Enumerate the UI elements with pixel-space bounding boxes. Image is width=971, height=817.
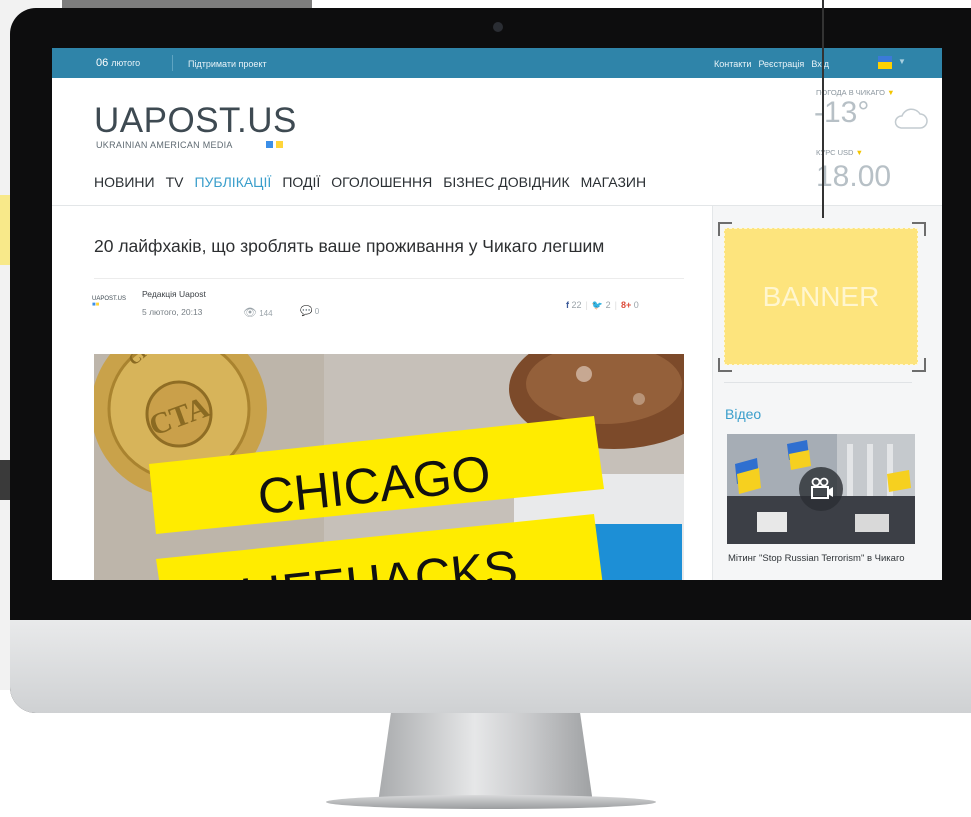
banner-ad[interactable]: BANNER — [724, 228, 918, 365]
ukraine-flag-icon[interactable] — [878, 56, 892, 69]
cloud-icon — [894, 108, 928, 129]
google-plus-icon[interactable]: 8+ — [621, 300, 631, 310]
banner-corner-top-right — [912, 222, 926, 236]
main-navigation: НОВИНИ TV ПУБЛІКАЦІЇ ПОДІЇ ОГОЛОШЕННЯ БІЗНЕС … — [94, 174, 657, 190]
nav-item-shop[interactable]: МАГАЗИН — [581, 174, 646, 190]
banner-corner-top-left — [718, 222, 732, 236]
video-thumbnail[interactable] — [727, 434, 915, 544]
sidebar-divider — [724, 382, 912, 383]
video-scene — [727, 434, 915, 544]
comment-icon: 💬 — [300, 306, 313, 317]
post-timestamp: 5 лютого, 20:13 — [142, 307, 203, 317]
language-chevron-down-icon[interactable]: ▼ — [898, 57, 906, 66]
eye-icon: 👁 — [243, 307, 257, 319]
nav-item-publications[interactable]: ПУБЛІКАЦІЇ — [194, 174, 271, 190]
facebook-share-count: 22 — [571, 300, 582, 310]
monitor-stand — [378, 713, 593, 803]
nav-item-news[interactable]: НОВИНИ — [94, 174, 155, 190]
currency-value: 18.00 — [816, 160, 892, 193]
contacts-link[interactable]: Контакти — [714, 59, 751, 69]
video-caption[interactable]: Мітинг "Stop Russian Terrorism" в Чикаго — [728, 553, 918, 565]
top-bar: 06 лютого Підтримати проект Контакти Реєст… — [52, 48, 942, 78]
gplus-share-count: 0 — [633, 300, 639, 310]
site-logo[interactable]: UAPOST.US — [94, 101, 297, 141]
article-title[interactable]: 20 лайфхаків, що зроблять ваше проживанн… — [94, 236, 604, 257]
monitor-base — [326, 795, 656, 809]
banner-label: BANNER — [762, 281, 880, 312]
twitter-icon[interactable]: 🐦 — [592, 300, 603, 310]
monitor-chin — [10, 620, 971, 713]
facebook-icon[interactable]: f — [566, 300, 569, 310]
nav-item-business-directory[interactable]: БІЗНЕС ДОВІДНИК — [443, 174, 569, 190]
date-display: 06 лютого — [96, 57, 140, 69]
nav-item-tv[interactable]: TV — [166, 174, 184, 190]
camera-icon — [493, 22, 503, 32]
twitter-share-count: 2 — [605, 300, 611, 310]
register-link[interactable]: Реєстрація — [758, 59, 804, 69]
date-month: лютого — [111, 58, 141, 68]
site-tagline: UKRAINIAN AMERICAN MEDIA — [96, 140, 233, 150]
login-link[interactable]: Вхід — [811, 59, 829, 69]
date-day: 06 — [96, 57, 109, 69]
topbar-divider — [172, 55, 173, 71]
support-project-link[interactable]: Підтримати проект — [188, 59, 267, 69]
logo-yellow-square — [276, 141, 283, 148]
author-avatar: UAPOST.US ■■ — [92, 296, 127, 308]
video-section-title[interactable]: Відео — [725, 406, 761, 422]
views-count: 👁 144 — [243, 307, 273, 319]
comments-count[interactable]: 💬 0 — [300, 306, 319, 317]
share-buttons: f 22 | 🐦 2 | 8+ 0 — [566, 300, 639, 310]
logo-blue-square — [266, 141, 273, 148]
topbar-links: Контакти Реєстрація Вхід — [714, 59, 836, 69]
nav-item-events[interactable]: ПОДІЇ — [282, 174, 320, 190]
article-hero-image[interactable]: CTA CHICAGO CHICAGO LIFEHACKS — [94, 354, 684, 580]
author-name[interactable]: Редакція Uapost — [142, 289, 206, 299]
banner-corner-bottom-right — [912, 358, 926, 372]
website-screen: 06 лютого Підтримати проект Контакти Реєст… — [52, 48, 942, 580]
nav-item-ads[interactable]: ОГОЛОШЕННЯ — [331, 174, 432, 190]
banner-pointer-line — [822, 0, 824, 218]
banner-corner-bottom-left — [718, 358, 732, 372]
hero-illustration: CTA CHICAGO CHICAGO LIFEHACKS — [94, 354, 684, 580]
article-divider — [94, 278, 684, 279]
